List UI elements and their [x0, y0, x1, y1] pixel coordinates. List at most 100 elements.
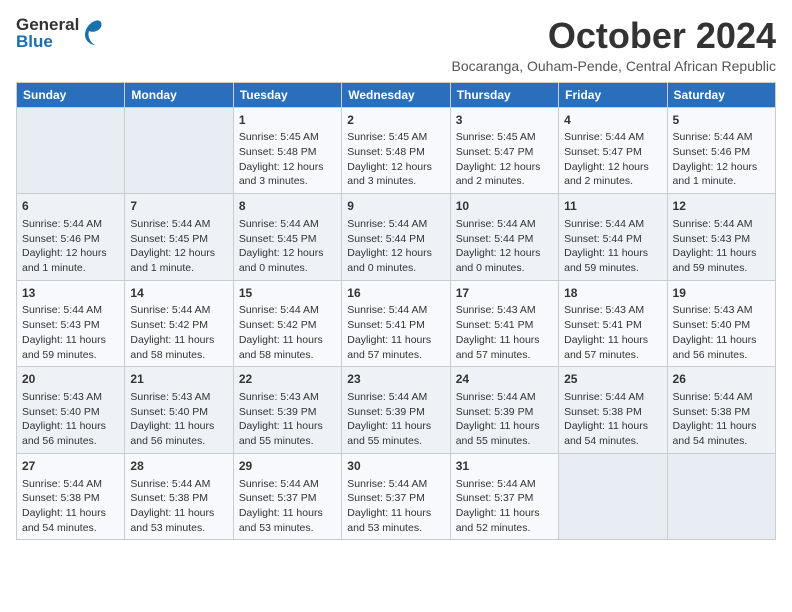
day-info: Sunset: 5:41 PM [564, 318, 661, 333]
day-info: Sunrise: 5:44 AM [564, 390, 661, 405]
day-info: and 54 minutes. [22, 521, 119, 536]
calendar-cell [125, 107, 233, 194]
day-number: 4 [564, 112, 661, 129]
day-info: Sunset: 5:47 PM [456, 145, 553, 160]
day-info: and 56 minutes. [673, 348, 770, 363]
logo: General Blue [16, 16, 103, 50]
day-info: Sunrise: 5:43 AM [564, 303, 661, 318]
day-info: Sunset: 5:39 PM [347, 405, 444, 420]
day-number: 9 [347, 198, 444, 215]
calendar-cell: 15Sunrise: 5:44 AMSunset: 5:42 PMDayligh… [233, 280, 341, 367]
day-number: 23 [347, 371, 444, 388]
day-info: Daylight: 12 hours [456, 160, 553, 175]
day-number: 24 [456, 371, 553, 388]
day-number: 22 [239, 371, 336, 388]
day-info: and 53 minutes. [239, 521, 336, 536]
day-info: Daylight: 11 hours [564, 419, 661, 434]
day-info: Sunrise: 5:44 AM [130, 303, 227, 318]
day-info: Sunrise: 5:45 AM [239, 130, 336, 145]
day-info: Sunrise: 5:44 AM [22, 477, 119, 492]
day-info: Sunrise: 5:44 AM [347, 217, 444, 232]
calendar-cell: 5Sunrise: 5:44 AMSunset: 5:46 PMDaylight… [667, 107, 775, 194]
day-info: Sunrise: 5:44 AM [673, 390, 770, 405]
page-header: General Blue October 2024 Bocaranga, Ouh… [16, 16, 776, 74]
day-number: 26 [673, 371, 770, 388]
logo-blue: Blue [16, 33, 79, 50]
day-info: Sunrise: 5:44 AM [564, 217, 661, 232]
day-info: Daylight: 12 hours [130, 246, 227, 261]
day-info: Daylight: 12 hours [239, 246, 336, 261]
day-header-tuesday: Tuesday [233, 82, 341, 107]
calendar-cell: 17Sunrise: 5:43 AMSunset: 5:41 PMDayligh… [450, 280, 558, 367]
day-info: and 58 minutes. [130, 348, 227, 363]
day-info: and 1 minute. [22, 261, 119, 276]
day-info: Sunrise: 5:44 AM [456, 390, 553, 405]
day-info: Sunset: 5:42 PM [239, 318, 336, 333]
day-header-thursday: Thursday [450, 82, 558, 107]
calendar-cell: 4Sunrise: 5:44 AMSunset: 5:47 PMDaylight… [559, 107, 667, 194]
day-info: and 53 minutes. [130, 521, 227, 536]
day-info: Sunset: 5:41 PM [456, 318, 553, 333]
day-info: Daylight: 12 hours [673, 160, 770, 175]
day-info: Sunrise: 5:44 AM [347, 477, 444, 492]
day-info: Sunrise: 5:45 AM [456, 130, 553, 145]
calendar-week-3: 13Sunrise: 5:44 AMSunset: 5:43 PMDayligh… [17, 280, 776, 367]
day-info: Daylight: 11 hours [239, 333, 336, 348]
day-info: Sunrise: 5:43 AM [239, 390, 336, 405]
calendar-cell: 13Sunrise: 5:44 AMSunset: 5:43 PMDayligh… [17, 280, 125, 367]
day-info: and 54 minutes. [564, 434, 661, 449]
day-info: Daylight: 11 hours [456, 333, 553, 348]
calendar-week-2: 6 Sunrise: 5:44 AM Sunset: 5:46 PM Daylight… [17, 194, 776, 281]
day-number: 27 [22, 458, 119, 475]
calendar-cell: 12Sunrise: 5:44 AMSunset: 5:43 PMDayligh… [667, 194, 775, 281]
calendar-cell: 21Sunrise: 5:43 AMSunset: 5:40 PMDayligh… [125, 367, 233, 454]
logo-bird-icon [81, 19, 103, 47]
day-info: Daylight: 11 hours [347, 333, 444, 348]
day-info: and 55 minutes. [239, 434, 336, 449]
calendar-cell: 6Sunrise: 5:44 AMSunset: 5:46 PMDaylight… [17, 194, 125, 281]
day-info: Sunset: 5:37 PM [456, 491, 553, 506]
calendar-cell: 25Sunrise: 5:44 AMSunset: 5:38 PMDayligh… [559, 367, 667, 454]
day-info: Sunrise: 5:43 AM [456, 303, 553, 318]
day-number: 8 [239, 198, 336, 215]
day-info: Sunset: 5:39 PM [239, 405, 336, 420]
day-info: Sunset: 5:46 PM [22, 232, 119, 247]
calendar-cell: 26Sunrise: 5:44 AMSunset: 5:38 PMDayligh… [667, 367, 775, 454]
day-info: and 52 minutes. [456, 521, 553, 536]
day-number: 21 [130, 371, 227, 388]
day-info: Daylight: 12 hours [239, 160, 336, 175]
day-number: 10 [456, 198, 553, 215]
day-info: Sunset: 5:45 PM [239, 232, 336, 247]
calendar-cell [667, 453, 775, 540]
day-info: Sunset: 5:37 PM [347, 491, 444, 506]
day-info: and 3 minutes. [347, 174, 444, 189]
day-number: 16 [347, 285, 444, 302]
day-info: Sunrise: 5:45 AM [347, 130, 444, 145]
day-info: Sunrise: 5:44 AM [130, 477, 227, 492]
day-info: Sunset: 5:48 PM [239, 145, 336, 160]
day-header-saturday: Saturday [667, 82, 775, 107]
calendar-table: SundayMondayTuesdayWednesdayThursdayFrid… [16, 82, 776, 541]
day-info: Sunrise: 5:44 AM [456, 217, 553, 232]
day-info: Daylight: 12 hours [347, 160, 444, 175]
calendar-cell: 2Sunrise: 5:45 AMSunset: 5:48 PMDaylight… [342, 107, 450, 194]
calendar-cell: 7Sunrise: 5:44 AMSunset: 5:45 PMDaylight… [125, 194, 233, 281]
day-info: Sunrise: 5:44 AM [347, 303, 444, 318]
calendar-week-4: 20Sunrise: 5:43 AMSunset: 5:40 PMDayligh… [17, 367, 776, 454]
day-info: Sunset: 5:47 PM [564, 145, 661, 160]
day-info: Daylight: 11 hours [239, 419, 336, 434]
day-number: 6 [22, 198, 119, 215]
calendar-cell: 16Sunrise: 5:44 AMSunset: 5:41 PMDayligh… [342, 280, 450, 367]
day-info: and 59 minutes. [673, 261, 770, 276]
day-info: Sunset: 5:43 PM [673, 232, 770, 247]
day-number: 19 [673, 285, 770, 302]
day-info: Daylight: 11 hours [564, 246, 661, 261]
day-info: Sunrise: 5:44 AM [239, 303, 336, 318]
day-number: 28 [130, 458, 227, 475]
calendar-cell: 22 Sunrise: 5:43 AMSunset: 5:39 PMDayligh… [233, 367, 341, 454]
day-info: and 57 minutes. [347, 348, 444, 363]
day-info: and 58 minutes. [239, 348, 336, 363]
day-number: 30 [347, 458, 444, 475]
day-number: 15 [239, 285, 336, 302]
calendar-cell: 1Sunrise: 5:45 AMSunset: 5:48 PMDaylight… [233, 107, 341, 194]
